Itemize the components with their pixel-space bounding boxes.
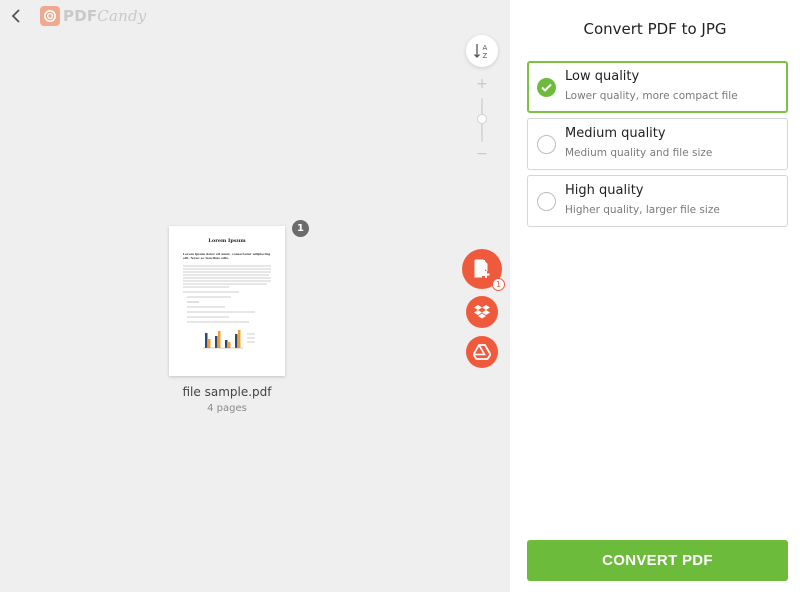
high-quality-radio[interactable] bbox=[537, 192, 556, 211]
add-file-icon bbox=[474, 259, 490, 278]
option-subtitle: Higher quality, larger file size bbox=[565, 204, 720, 216]
option-medium-quality[interactable]: Medium quality Medium quality and file s… bbox=[527, 118, 788, 170]
option-title: Medium quality bbox=[565, 126, 666, 141]
panel-title: Convert PDF to JPG bbox=[583, 20, 727, 38]
thumbnail-page-content bbox=[183, 265, 271, 349]
file-index-badge: 1 bbox=[292, 220, 309, 237]
sort-button[interactable]: A Z bbox=[466, 35, 498, 67]
zoom-minus-icon[interactable]: − bbox=[476, 147, 488, 161]
back-button[interactable] bbox=[6, 6, 26, 26]
settings-panel: Convert PDF to JPG Low quality Lower qua… bbox=[510, 0, 800, 592]
option-subtitle: Lower quality, more compact file bbox=[565, 90, 738, 102]
checkmark-icon bbox=[541, 83, 552, 92]
convert-button[interactable]: CONVERT PDF bbox=[527, 540, 788, 581]
zoom-plus-icon[interactable]: + bbox=[476, 77, 488, 91]
svg-text:Z: Z bbox=[483, 52, 488, 60]
back-icon bbox=[11, 9, 20, 23]
file-thumbnail[interactable]: Lorem Ipsum Lorem ipsum dolor sit amet, … bbox=[169, 226, 285, 376]
logo[interactable]: PDFCandy bbox=[40, 6, 146, 26]
dropbox-icon bbox=[474, 305, 490, 319]
option-subtitle: Medium quality and file size bbox=[565, 147, 713, 159]
file-name: file sample.pdf bbox=[182, 385, 272, 399]
medium-quality-radio[interactable] bbox=[537, 135, 556, 154]
zoom-slider-thumb[interactable] bbox=[477, 114, 487, 124]
svg-text:A: A bbox=[483, 44, 488, 52]
google-drive-button[interactable] bbox=[466, 336, 498, 368]
option-low-quality[interactable]: Low quality Lower quality, more compact … bbox=[527, 61, 788, 113]
option-title: High quality bbox=[565, 183, 644, 198]
candy-logo-icon bbox=[40, 6, 60, 26]
add-file-count-badge: 1 bbox=[492, 278, 505, 291]
option-title: Low quality bbox=[565, 69, 640, 84]
file-page-count: 4 pages bbox=[207, 403, 247, 414]
dropbox-button[interactable] bbox=[466, 296, 498, 328]
logo-text: PDFCandy bbox=[63, 7, 147, 25]
google-drive-icon bbox=[473, 344, 491, 360]
option-high-quality[interactable]: High quality Higher quality, larger file… bbox=[527, 175, 788, 227]
low-quality-radio[interactable] bbox=[537, 78, 556, 97]
workspace: PDFCandy A Z + − Lorem Ipsum Lorem ipsum… bbox=[0, 0, 510, 592]
sort-az-icon: A Z bbox=[474, 44, 488, 60]
